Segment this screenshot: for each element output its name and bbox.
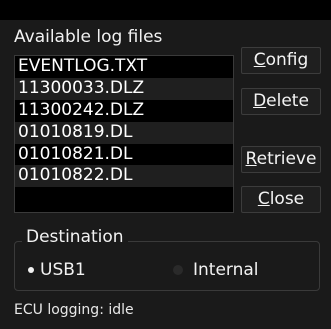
list-item[interactable]: 11300033.DLZ bbox=[15, 77, 233, 100]
dialog-title: Available log files bbox=[14, 27, 163, 47]
log-file-list[interactable]: EVENTLOG.TXT 11300033.DLZ 11300242.DLZ 0… bbox=[14, 55, 234, 213]
delete-button[interactable]: Delete bbox=[241, 88, 321, 115]
list-item[interactable]: 01010822.DL bbox=[15, 165, 233, 188]
delete-accel: D bbox=[253, 91, 267, 111]
radio-selected-icon bbox=[28, 267, 34, 273]
radio-unselected-icon bbox=[173, 265, 183, 275]
close-accel: C bbox=[257, 189, 270, 209]
list-item[interactable]: 01010821.DL bbox=[15, 143, 233, 166]
radio-usb1[interactable]: USB1 bbox=[28, 259, 86, 281]
radio-usb1-label: USB1 bbox=[40, 260, 86, 280]
retrieve-button[interactable]: Retrieve bbox=[241, 146, 321, 173]
radio-internal-label: Internal bbox=[193, 260, 259, 280]
radio-internal[interactable]: Internal bbox=[173, 259, 259, 281]
close-button[interactable]: Close bbox=[241, 186, 321, 213]
retrieve-label: etrieve bbox=[256, 149, 317, 169]
config-label: onfig bbox=[265, 50, 309, 70]
list-item[interactable]: 01010819.DL bbox=[15, 121, 233, 144]
close-label: lose bbox=[269, 189, 305, 209]
config-accel: C bbox=[253, 50, 266, 70]
destination-label: Destination bbox=[22, 226, 128, 248]
status-text: ECU logging: idle bbox=[14, 302, 134, 318]
delete-label: elete bbox=[266, 91, 309, 111]
list-item[interactable]: EVENTLOG.TXT bbox=[15, 56, 233, 78]
list-item[interactable]: 11300242.DLZ bbox=[15, 99, 233, 122]
top-bar bbox=[0, 0, 331, 20]
retrieve-accel: R bbox=[245, 149, 257, 169]
config-button[interactable]: Config bbox=[241, 47, 321, 74]
